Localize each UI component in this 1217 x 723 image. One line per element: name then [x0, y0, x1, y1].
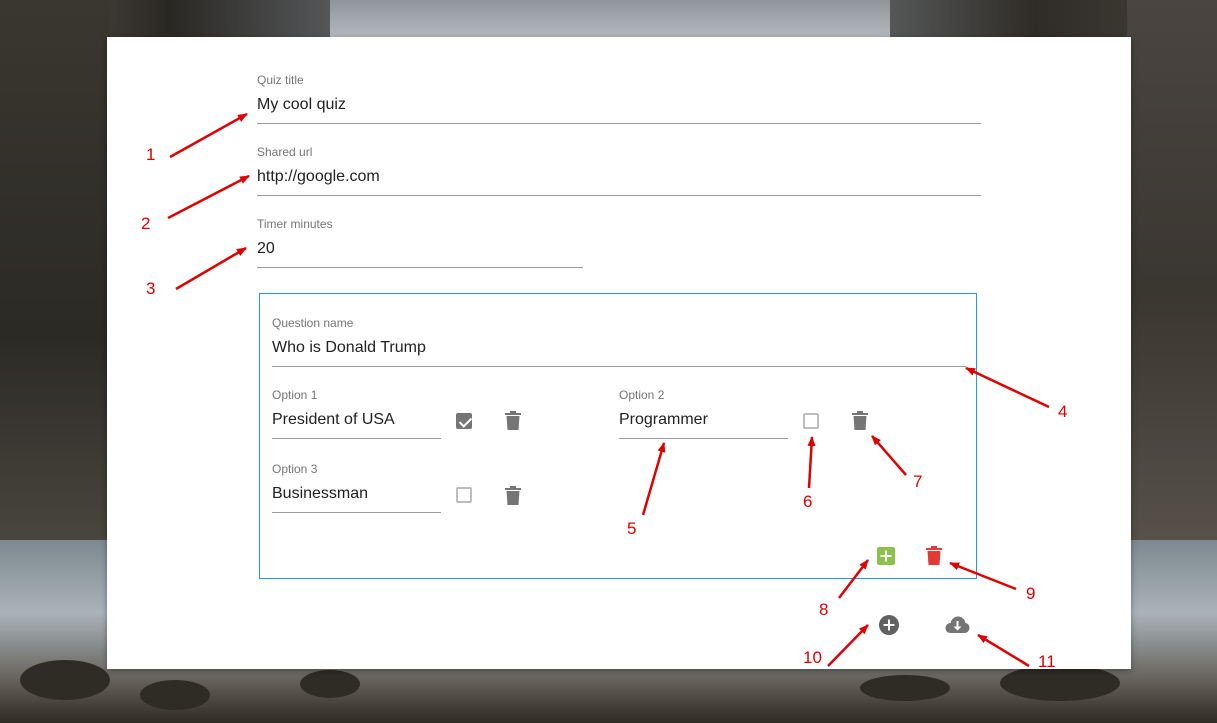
option-3-label: Option 3: [272, 462, 318, 476]
background-stone: [20, 660, 110, 700]
annotation-number-9: 9: [1026, 584, 1036, 603]
option-3-input[interactable]: Businessman: [272, 478, 441, 513]
option-3-field[interactable]: Option 3 Businessman: [272, 462, 441, 513]
option-1-input[interactable]: President of USA: [272, 404, 441, 439]
background-stone: [300, 670, 360, 698]
question-name-field[interactable]: Question name Who is Donald Trump: [272, 316, 966, 367]
quiz-title-field[interactable]: Quiz title My cool quiz: [257, 73, 981, 124]
question-name-input[interactable]: Who is Donald Trump: [272, 332, 966, 367]
background-stone: [1000, 665, 1120, 701]
quiz-title-label: Quiz title: [257, 73, 304, 87]
annotation-number-6: 6: [803, 492, 813, 511]
trash-icon[interactable]: [504, 411, 522, 431]
annotation-number-5: 5: [627, 519, 637, 538]
annotation-number-1: 1: [146, 145, 156, 164]
shared-url-field[interactable]: Shared url http://google.com: [257, 145, 981, 196]
add-option-icon[interactable]: [877, 547, 895, 565]
annotation-number-2: 2: [141, 214, 151, 233]
add-question-icon[interactable]: [879, 615, 899, 635]
shared-url-input[interactable]: http://google.com: [257, 161, 981, 196]
background-sky: [330, 0, 890, 40]
option-2-field[interactable]: Option 2 Programmer: [619, 388, 788, 439]
shared-url-label: Shared url: [257, 145, 313, 159]
option-1-label: Option 1: [272, 388, 318, 402]
annotation-number-10: 10: [803, 648, 822, 667]
annotation-number-7: 7: [913, 472, 923, 491]
background-stone: [140, 680, 210, 710]
option-2-label: Option 2: [619, 388, 665, 402]
option-1-correct-checkbox[interactable]: [456, 413, 472, 429]
background-rock-right: [1127, 0, 1217, 580]
annotation-number-8: 8: [819, 600, 829, 619]
cloud-download-icon[interactable]: [945, 616, 970, 634]
option-3-correct-checkbox[interactable]: [456, 487, 472, 503]
annotation-number-4: 4: [1058, 402, 1068, 421]
option-1-field[interactable]: Option 1 President of USA: [272, 388, 441, 439]
timer-minutes-label: Timer minutes: [257, 217, 333, 231]
trash-icon[interactable]: [504, 486, 522, 506]
trash-icon[interactable]: [851, 411, 869, 431]
annotation-number-3: 3: [146, 279, 156, 298]
annotation-number-11: 11: [1038, 652, 1056, 671]
quiz-title-input[interactable]: My cool quiz: [257, 89, 981, 124]
timer-minutes-field[interactable]: Timer minutes 20: [257, 217, 583, 268]
background-rock-left: [0, 0, 110, 560]
delete-question-icon[interactable]: [926, 546, 942, 565]
option-2-input[interactable]: Programmer: [619, 404, 788, 439]
option-2-correct-checkbox[interactable]: [803, 413, 819, 429]
timer-minutes-input[interactable]: 20: [257, 233, 583, 268]
question-name-label: Question name: [272, 316, 354, 330]
background-stone: [860, 675, 950, 701]
